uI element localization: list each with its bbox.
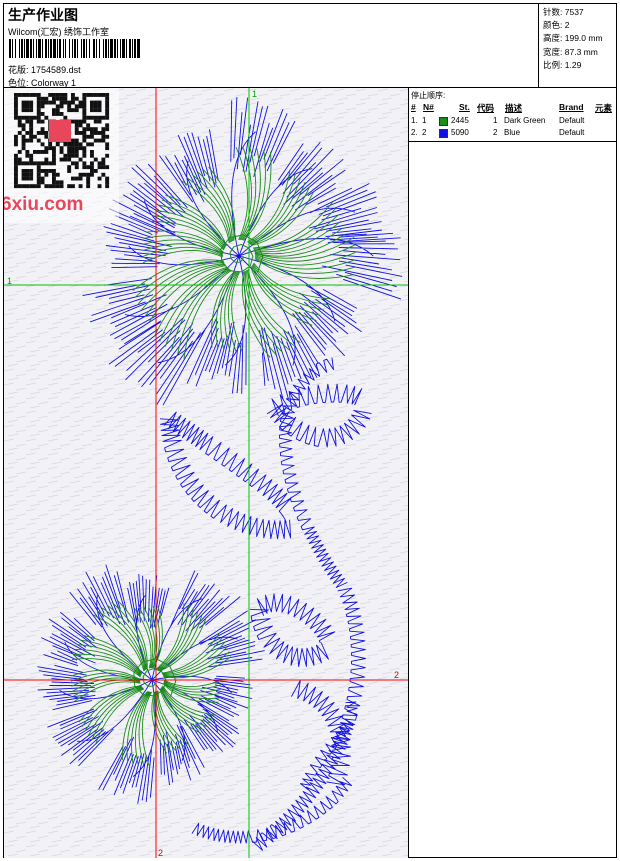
red-vertical-guide-label: 2 (158, 848, 163, 858)
stop-sequence-panel: 停止顺序: # N# St. 代码 描述 Brand 元素 1. 1 2445 … (409, 88, 616, 142)
stat-value: 87.3 mm (564, 46, 598, 57)
colorway-value: Colorway 1 (31, 78, 77, 88)
red-horizontal-guide-label: 2 (394, 670, 399, 680)
row-brand: Default (559, 116, 585, 125)
stat-stitches: 针数: 7537 (543, 6, 616, 19)
stat-colors: 颜色: 2 (543, 19, 616, 32)
seal-icon (49, 120, 71, 142)
page-title: 生产作业图 (8, 7, 78, 23)
stop-sequence-heading: 停止顺序: (411, 91, 446, 100)
production-sheet: 生产作业图 Wilcom(汇宏) 绣饰工作室 花版: 1754589.dst 色… (3, 3, 617, 858)
company-name: Wilcom(汇宏) 绣饰工作室 (8, 27, 109, 37)
stat-label: 高度: (543, 33, 563, 44)
row-description: Blue (504, 128, 521, 137)
col-element: 元素 (595, 103, 613, 113)
design-file-value: 1754589.dst (31, 65, 81, 75)
stat-scale: 比例: 1.29 (543, 59, 616, 72)
design-file-row: 花版: 1754589.dst (8, 63, 81, 76)
row-stitches: 2445 (451, 116, 469, 125)
stat-label: 颜色: (543, 20, 563, 31)
stop-row[interactable]: 2. 2 5090 2 Blue Default (409, 128, 616, 140)
col-brand: Brand (559, 102, 584, 112)
stat-value: 1.29 (564, 59, 582, 70)
row-index: 2. (411, 128, 418, 137)
row-needle: 1 (422, 116, 427, 125)
stat-value: 7537 (564, 7, 584, 17)
design-file-label: 花版: (8, 65, 29, 75)
row-code: 2 (493, 128, 498, 137)
stat-label: 宽度: (543, 46, 563, 57)
row-brand: Default (559, 128, 585, 137)
stat-width: 宽度: 87.3 mm (543, 46, 616, 59)
col-stitches: St. (459, 102, 470, 112)
row-needle: 2 (422, 128, 427, 137)
colorway-label: 色位: (8, 78, 29, 88)
stop-row[interactable]: 1. 1 2445 1 Dark Green Default (409, 116, 616, 128)
design-canvas[interactable]: 1 1 2 2 6xiu.com (4, 88, 409, 858)
col-needle: N# (423, 102, 434, 112)
col-description: 描述 (505, 103, 523, 113)
green-horizontal-guide-label: 1 (7, 276, 12, 286)
col-code: 代码 (477, 103, 495, 113)
color-swatch (439, 129, 448, 138)
stat-label: 针数: (543, 7, 563, 17)
watermark-text: 6xiu.com (4, 194, 83, 215)
stat-height: 高度: 199.0 mm (543, 32, 616, 45)
green-vertical-guide-label: 1 (252, 89, 257, 99)
col-index: # (411, 102, 416, 112)
stat-value: 2 (564, 20, 570, 31)
color-swatch (439, 117, 448, 126)
stats-panel: 针数: 7537 颜色: 2 高度: 199.0 mm 宽度: 87.3 mm … (538, 4, 616, 88)
barcode (9, 39, 140, 58)
sheet-header: 生产作业图 Wilcom(汇宏) 绣饰工作室 花版: 1754589.dst 色… (4, 4, 616, 88)
watermark: 6xiu.com (4, 88, 119, 223)
row-code: 1 (493, 116, 498, 125)
row-index: 1. (411, 116, 418, 125)
stat-label: 比例: (543, 59, 563, 70)
stat-value: 199.0 mm (564, 33, 603, 44)
row-stitches: 5090 (451, 128, 469, 137)
row-description: Dark Green (504, 116, 546, 125)
